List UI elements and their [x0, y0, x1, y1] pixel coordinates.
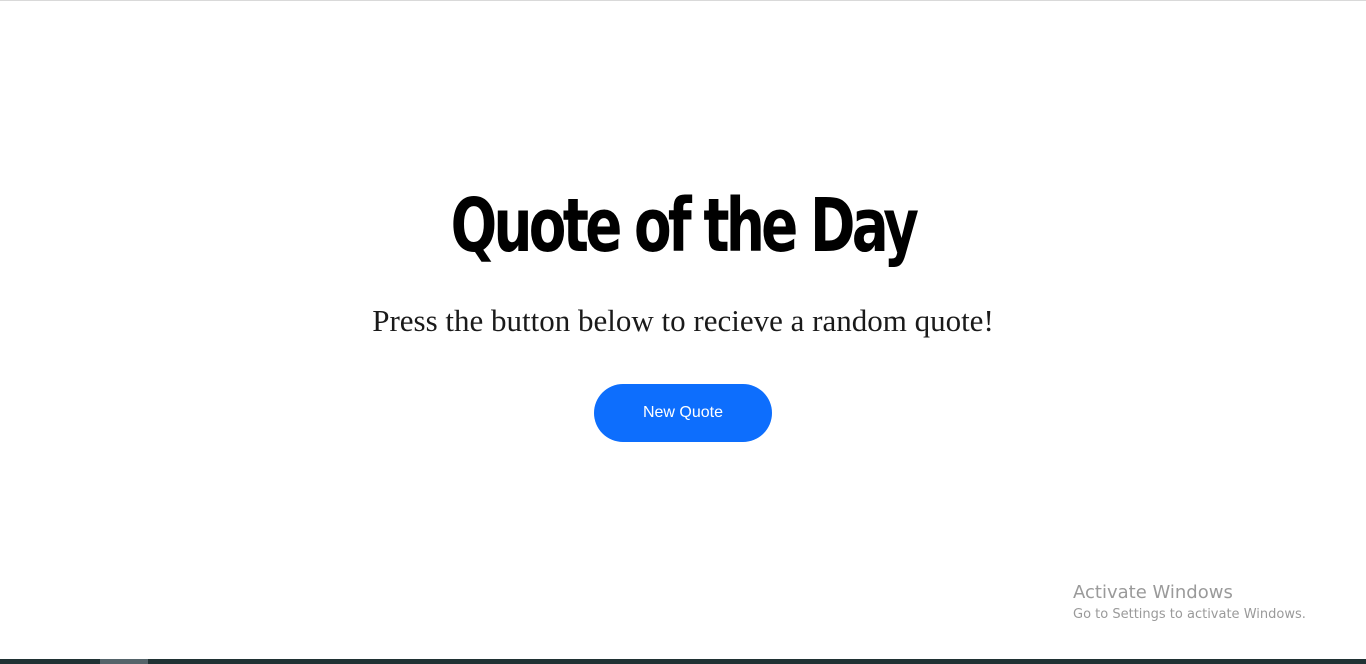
activate-windows-watermark: Activate Windows Go to Settings to activ… — [1073, 581, 1306, 625]
new-quote-button[interactable]: New Quote — [594, 384, 772, 442]
page-title: Quote of the Day — [450, 183, 919, 269]
watermark-title: Activate Windows — [1073, 582, 1233, 603]
taskbar-active-item[interactable] — [100, 659, 148, 664]
taskbar — [0, 659, 1366, 664]
top-border — [0, 0, 1366, 1]
watermark-subtitle: Go to Settings to activate Windows. — [1073, 607, 1306, 622]
instruction-text: Press the button below to recieve a rand… — [372, 303, 994, 338]
page: Quote of the Day Press the button below … — [0, 0, 1366, 664]
